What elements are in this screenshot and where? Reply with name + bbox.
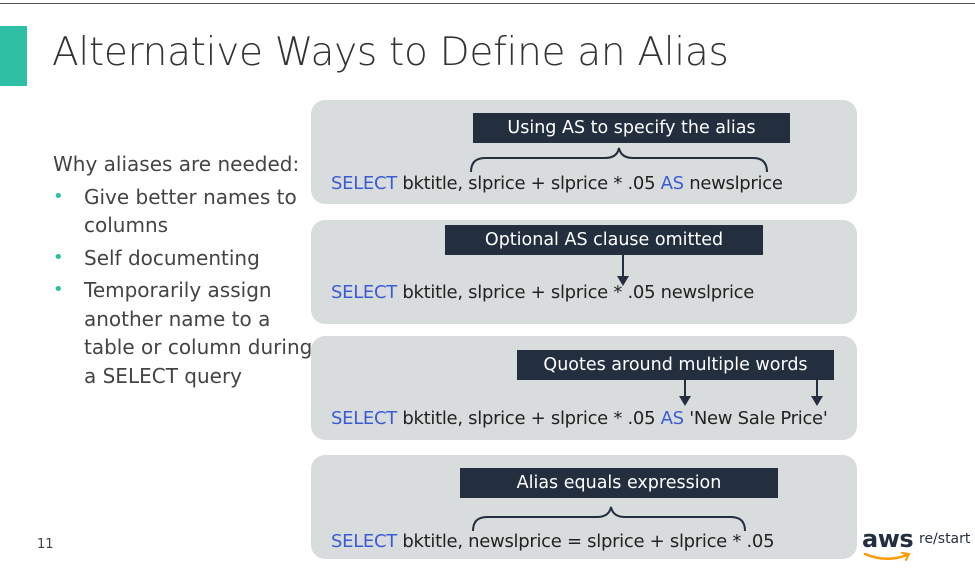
slide-title: Alternative Ways to Define an Alias [52,30,729,75]
aws-restart-logo: aws re/start [862,525,972,565]
sql-keyword: SELECT [331,408,397,429]
reasons-heading: Why aliases are needed: [53,152,300,176]
sql-statement: SELECT bktitle, slprice + slprice * .05 … [331,282,754,303]
sql-keyword: AS [660,408,684,429]
example-panel-as: Using AS to specify the alias SELECT bkt… [311,100,857,204]
example-panel-equals: Alias equals expression SELECT bktitle, … [311,455,857,559]
sql-text: 'New Sale Price' [683,408,828,429]
bullet-text: Self documenting [84,245,260,270]
sql-keyword: SELECT [331,531,397,552]
bullet-list: • Give better names to columns • Self docu… [53,183,313,391]
bullet-icon: • [53,279,64,300]
sql-text: bktitle, slprice + slprice * .05 newslpr… [396,282,755,303]
accent-bar [0,26,27,86]
example-panel-quotes: Quotes around multiple words SELECT bkti… [311,336,857,440]
restart-logo-text: re/start [919,531,971,547]
bullet-text: Give better names to columns [84,184,297,238]
list-item: • Give better names to columns [53,183,313,240]
sql-text: bktitle, slprice + slprice * .05 [396,173,661,194]
reasons-list: Why aliases are needed: • Give better nam… [53,150,313,394]
sql-keyword: AS [660,173,684,194]
sql-keyword: SELECT [331,282,397,303]
sql-statement: SELECT bktitle, slprice + slprice * .05 … [331,408,828,429]
page-number: 11 [37,537,54,552]
list-item: • Temporarily assign another name to a ta… [53,276,313,390]
sql-statement: SELECT bktitle, slprice + slprice * .05 … [331,173,783,194]
list-item: • Self documenting [53,244,313,273]
top-rule [0,3,975,4]
example-panel-omitted: Optional AS clause omitted SELECT bktitl… [311,220,857,324]
sql-text: bktitle, slprice + slprice * .05 [396,408,661,429]
arrow-icon [617,255,629,286]
sql-keyword: SELECT [331,173,397,194]
bullet-icon: • [53,246,64,268]
bullet-text: Temporarily assign another name to a tab… [84,278,313,388]
sql-text: newslprice [683,173,783,194]
sql-statement: SELECT bktitle, newslprice = slprice + s… [331,531,775,552]
sql-text: bktitle, newslprice = slprice + slprice … [396,531,775,552]
smile-arrow-icon [863,552,911,561]
bullet-icon: • [53,185,64,207]
aws-logo-text: aws [862,525,914,553]
